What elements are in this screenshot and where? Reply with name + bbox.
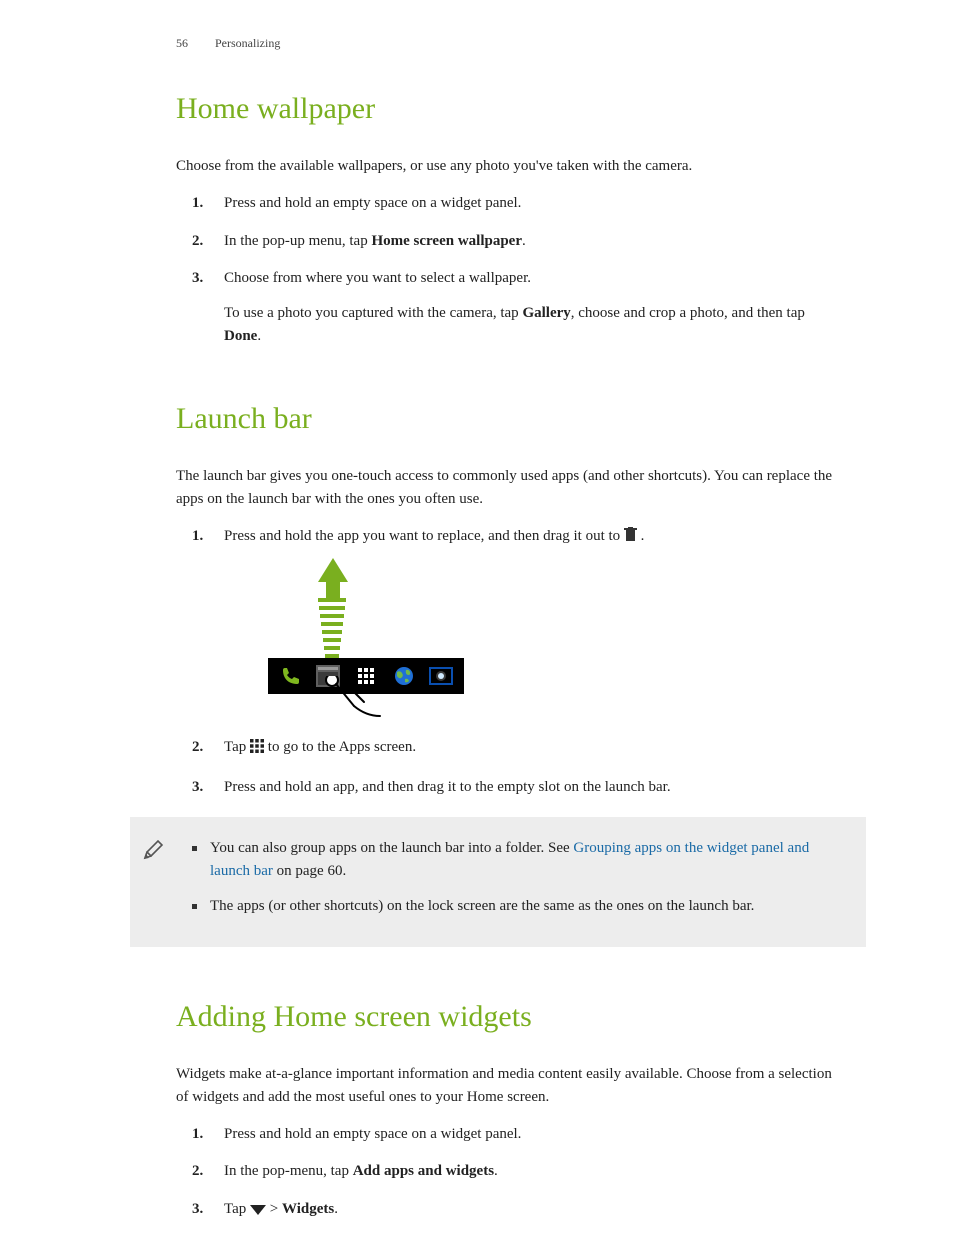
step-text: to go to the Apps screen. [268,739,416,755]
header-section: Personalizing [215,36,280,50]
note-box: You can also group apps on the launch ba… [130,817,866,947]
heading-adding-widgets: Adding Home screen widgets [176,999,844,1035]
bold-term: Widgets [282,1201,334,1217]
bold-term: Gallery [522,305,570,321]
step-text: Press and hold an empty space on a widge… [224,1126,521,1142]
bold-term: Done [224,328,257,344]
heading-home-wallpaper: Home wallpaper [176,91,844,127]
dropdown-caret-icon [250,1200,266,1223]
step-text: Press and hold the app you want to repla… [224,528,624,544]
camera-icon [427,663,455,689]
step-text: Press and hold an app, and then drag it … [224,779,671,795]
arrow-up-icon [318,558,348,600]
step-item: Tap to go to the Apps screen. [176,736,844,761]
page-number: 56 [176,36,188,50]
step-text: Press and hold an empty space on a widge… [224,195,521,211]
step-item: In the pop-up menu, tap Home screen wall… [176,230,844,253]
bold-term: Add apps and widgets [353,1163,494,1179]
pencil-icon [142,839,164,866]
bold-term: Home screen wallpaper [371,233,522,249]
step-item: Press and hold an empty space on a widge… [176,1123,844,1146]
phone-icon [277,663,305,689]
note-bullet: You can also group apps on the launch ba… [206,837,844,884]
motion-lines [317,598,347,662]
page: 56 Personalizing Home wallpaper Choose f… [0,0,954,1235]
paragraph: Choose from the available wallpapers, or… [176,155,844,178]
step-text: In the pop-up menu, tap [224,233,371,249]
step-item: Press and hold an app, and then drag it … [176,776,844,799]
step-text: Tap [224,739,250,755]
step-text: Choose from where you want to select a w… [224,270,531,286]
step-item: In the pop-menu, tap Add apps and widget… [176,1160,844,1183]
step-text: . [494,1163,498,1179]
steps-list: Press and hold an empty space on a widge… [176,1123,844,1223]
step-item: Press and hold the app you want to repla… [176,525,844,718]
step-text: Tap [224,1201,250,1217]
step-text: . [522,233,526,249]
paragraph: The launch bar gives you one-touch acces… [176,465,844,512]
step-item: Press and hold an empty space on a widge… [176,192,844,215]
step-text: In the pop-menu, tap [224,1163,353,1179]
paragraph: Widgets make at-a-glance important infor… [176,1063,844,1110]
running-header: 56 Personalizing [176,36,844,51]
step-item: Tap > Widgets. [176,1198,844,1223]
illustration-drag-app [268,558,844,718]
step-text: . [641,528,645,544]
step-subtext: To use a photo you captured with the cam… [224,302,844,349]
step-item: Choose from where you want to select a w… [176,267,844,349]
steps-list: Press and hold the app you want to repla… [176,525,844,799]
step-text: . [334,1201,338,1217]
steps-list: Press and hold an empty space on a widge… [176,192,844,348]
trash-icon [624,527,637,550]
finger-pointer-icon [314,676,394,720]
step-text: > [270,1201,282,1217]
heading-launch-bar: Launch bar [176,401,844,437]
note-bullet: The apps (or other shortcuts) on the loc… [206,895,844,918]
apps-grid-icon [250,738,264,761]
